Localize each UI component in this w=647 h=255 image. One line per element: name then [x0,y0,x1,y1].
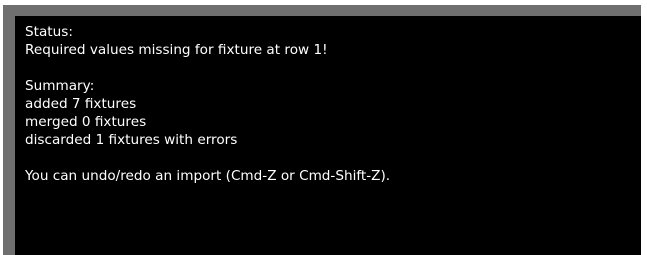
status-message: Required values missing for fixture at r… [25,42,328,58]
status-heading: Status: [25,24,73,40]
import-result-panel: Status: Required values missing for fixt… [15,16,641,255]
summary-merged-line: merged 0 fixtures [25,114,147,130]
summary-heading: Summary: [25,78,95,94]
summary-discarded-line: discarded 1 fixtures with errors [25,132,238,148]
undo-redo-hint: You can undo/redo an import (Cmd-Z or Cm… [25,168,391,184]
summary-added-line: added 7 fixtures [25,96,137,112]
import-log-text: Status: Required values missing for fixt… [25,23,631,185]
